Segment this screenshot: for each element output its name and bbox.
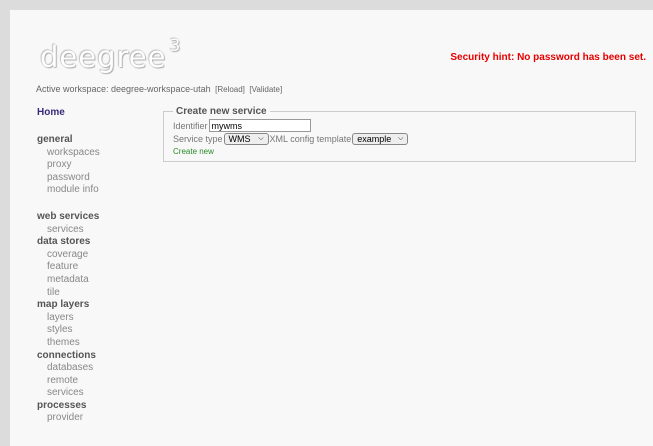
deegree-logo: deegree 3	[40, 36, 182, 74]
sidebar-section-map-layers[interactable]: map layers	[37, 299, 147, 312]
service-type-select[interactable]: WMS ⌵	[223, 133, 269, 145]
security-hint: Security hint: No password has been set.	[450, 52, 646, 63]
template-select[interactable]: example ⌵	[352, 133, 409, 145]
sidebar-section-data-stores[interactable]: data stores	[37, 236, 147, 249]
sidebar-item-workspaces[interactable]: workspaces	[37, 147, 147, 160]
sidebar-item-layers[interactable]: layers	[37, 312, 147, 325]
sidebar-item-proxy[interactable]: proxy	[37, 159, 147, 172]
template-value: example	[357, 134, 392, 144]
create-service-fieldset: Create new service Identifier Service ty…	[163, 106, 636, 162]
identifier-input[interactable]	[208, 119, 311, 132]
chevron-down-icon: ⌵	[258, 135, 264, 142]
sidebar-item-password[interactable]: password	[37, 172, 147, 185]
active-workspace-label: Active workspace: deegree-workspace-utah	[36, 84, 211, 94]
sidebar-item-provider[interactable]: provider	[37, 412, 147, 425]
sidebar-item-module-info[interactable]: module info	[37, 184, 147, 197]
sidebar-item-styles[interactable]: styles	[37, 324, 147, 337]
service-type-row: Service type WMS ⌵ XML config template e…	[173, 133, 635, 145]
sidebar-item-databases[interactable]: databases	[37, 362, 147, 375]
sidebar-section-general[interactable]: general	[37, 134, 147, 147]
sidebar: Home general workspaces proxy password m…	[37, 107, 147, 425]
sidebar-section-processes[interactable]: processes	[37, 400, 147, 413]
sidebar-item-coverage[interactable]: coverage	[37, 249, 147, 262]
create-service-legend: Create new service	[176, 106, 267, 117]
sidebar-item-tile[interactable]: tile	[37, 287, 147, 300]
template-label: XML config template	[269, 134, 352, 144]
reload-link[interactable]: [Reload]	[215, 85, 245, 94]
active-workspace: Active workspace: deegree-workspace-utah…	[36, 84, 282, 94]
validate-link[interactable]: [Validate]	[249, 85, 282, 94]
chevron-down-icon: ⌵	[397, 135, 404, 142]
identifier-row: Identifier	[173, 119, 635, 132]
service-type-value: WMS	[228, 134, 251, 144]
identifier-label: Identifier	[173, 120, 208, 131]
sidebar-item-themes[interactable]: themes	[37, 337, 147, 350]
sidebar-item-feature[interactable]: feature	[37, 261, 147, 274]
sidebar-item-services[interactable]: services	[37, 224, 147, 237]
sidebar-item-remote[interactable]: remote	[37, 375, 147, 388]
sidebar-section-web-services[interactable]: web services	[37, 211, 147, 224]
service-type-label: Service type	[173, 134, 223, 144]
sidebar-section-connections[interactable]: connections	[37, 350, 147, 363]
sidebar-item-connection-services[interactable]: services	[37, 387, 147, 400]
sidebar-home[interactable]: Home	[37, 107, 147, 118]
page: deegree 3 Security hint: No password has …	[10, 10, 653, 446]
create-new-link[interactable]: Create new	[173, 147, 635, 156]
sidebar-item-metadata[interactable]: metadata	[37, 274, 147, 287]
